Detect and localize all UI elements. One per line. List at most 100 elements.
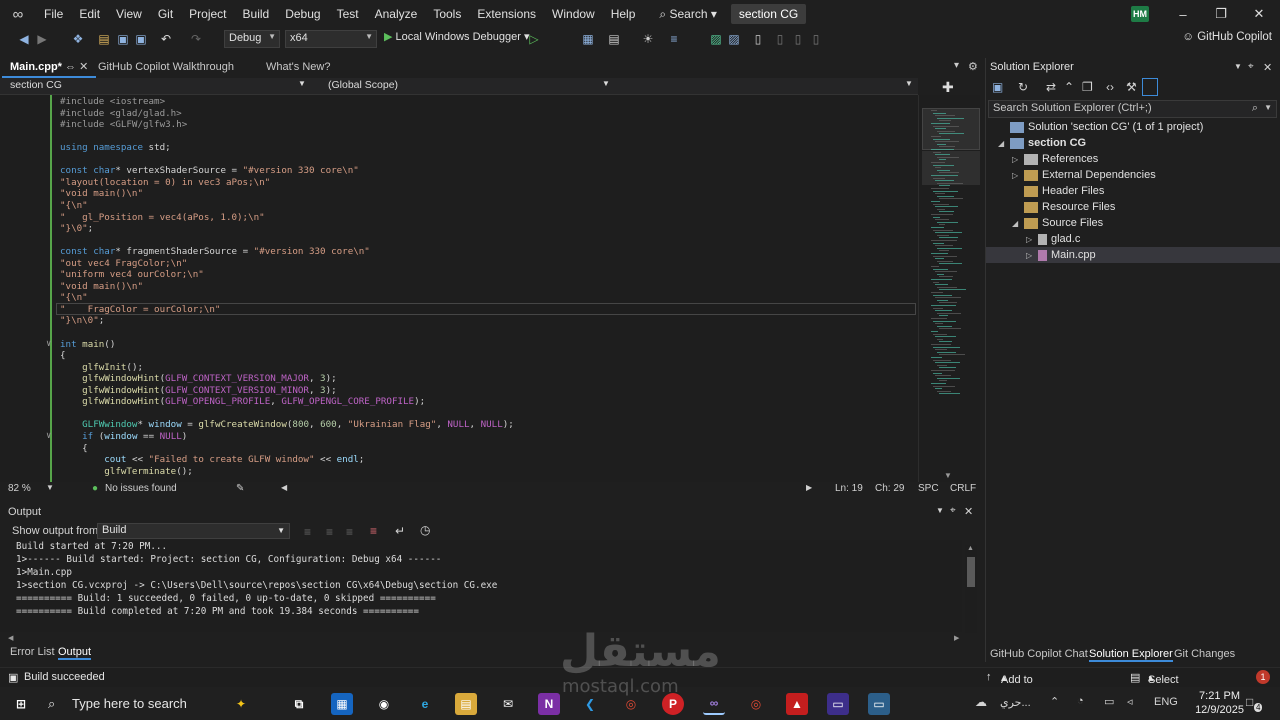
project-dropdown[interactable]: section CG ▼	[0, 79, 310, 94]
tray-expand-icon[interactable]: ⌃	[1050, 695, 1059, 708]
tab-solution-explorer[interactable]: Solution Explorer	[1089, 648, 1173, 662]
menu-debug[interactable]: Debug	[277, 0, 328, 28]
edge-browser-icon[interactable]: e	[414, 693, 436, 715]
scope-dropdown[interactable]: (Global Scope) ▼	[318, 79, 614, 94]
tree-item[interactable]: ◢ section CG	[986, 135, 1280, 151]
tab-main-cpp[interactable]: Main.cpp* ⇔ ✕	[2, 58, 97, 78]
sync-icon[interactable]: ↻	[1018, 80, 1028, 94]
word-wrap-icon[interactable]: ↵	[395, 524, 405, 538]
notifications-icon[interactable]: □	[1246, 695, 1253, 709]
acrobat-icon[interactable]: ▲	[786, 693, 808, 715]
minimap[interactable]: ▼	[918, 95, 980, 483]
menu-test[interactable]: Test	[329, 0, 367, 28]
pending-changes-icon[interactable]: ⇄	[1046, 80, 1056, 94]
close-icon[interactable]: ✕	[964, 505, 973, 518]
github-copilot-button[interactable]: ☺ GitHub Copilot	[1182, 31, 1272, 43]
onenote-icon[interactable]: N	[538, 693, 560, 715]
gear-icon[interactable]: ⚙	[968, 60, 978, 73]
chevron-down-icon[interactable]: ▼	[46, 483, 54, 492]
search-button[interactable]: ⌕ Search ▾	[653, 7, 722, 22]
align-icon[interactable]: ≡	[666, 31, 682, 47]
tab-git-changes[interactable]: Git Changes	[1174, 648, 1235, 660]
menu-edit[interactable]: Edit	[71, 0, 108, 28]
tree-item[interactable]: Solution 'section CG' (1 of 1 project)	[986, 119, 1280, 135]
chevron-down-icon[interactable]: ▼	[905, 79, 913, 88]
scroll-left-icon[interactable]: ◀	[281, 483, 287, 492]
expand-arrow-icon[interactable]: ▷	[1026, 232, 1038, 248]
bookmark-icon[interactable]: ▯	[750, 31, 766, 47]
show-all-files-icon[interactable]: ❐	[1082, 80, 1093, 94]
taskbar-search-box[interactable]: ⌕ Type here to search	[44, 687, 248, 720]
volume-icon[interactable]: ◃	[1127, 695, 1133, 708]
fold-toggle-icon[interactable]: ∨	[46, 431, 51, 441]
tab-output[interactable]: Output	[58, 646, 92, 660]
issues-status[interactable]: No issues found	[105, 483, 177, 494]
tree-item[interactable]: ▷ Main.cpp	[986, 247, 1280, 263]
scroll-right-icon[interactable]: ▶	[954, 634, 959, 642]
spacing-mode[interactable]: SPC	[918, 483, 939, 494]
select-repository-button[interactable]: Select Repository ▴	[1148, 671, 1201, 698]
close-icon[interactable]: ✕	[79, 61, 88, 73]
maximize-button[interactable]: ❐	[1202, 0, 1240, 28]
next-message-icon[interactable]: ≡	[346, 525, 353, 539]
scroll-right-icon[interactable]: ▶	[806, 483, 812, 492]
home-icon[interactable]: ▣	[992, 80, 1003, 94]
line-ending[interactable]: CRLF	[950, 483, 976, 494]
copilot-sparkle-icon[interactable]: ✦	[230, 693, 252, 715]
tab-overflow-icon[interactable]: ▾	[954, 60, 959, 71]
layout-icon[interactable]: ▤	[606, 31, 622, 47]
github-desktop-icon[interactable]: ◉	[373, 693, 395, 715]
new-project-icon[interactable]: ❖	[70, 31, 86, 47]
weather-icon[interactable]: ☁	[975, 695, 987, 709]
column-number[interactable]: Ch: 29	[875, 483, 904, 494]
start-debugging-button[interactable]: ▶ Local Windows Debugger ▾	[384, 30, 529, 43]
user-avatar[interactable]: HM	[1131, 6, 1149, 22]
chevron-down-icon[interactable]: ▼	[1234, 62, 1242, 71]
zoom-level[interactable]: 82 %	[8, 483, 31, 494]
menu-build[interactable]: Build	[235, 0, 278, 28]
tree-item[interactable]: ▷ References	[986, 151, 1280, 167]
pin-icon[interactable]: ⌖	[950, 505, 956, 516]
bookmark-prev-icon[interactable]: ▯	[772, 31, 788, 47]
output-source-dropdown[interactable]: Build ▼	[97, 523, 290, 539]
save-all-icon[interactable]: ▣	[133, 31, 149, 47]
forward-icon[interactable]: ▶	[34, 31, 50, 47]
menu-window[interactable]: Window	[544, 0, 603, 28]
menu-tools[interactable]: Tools	[425, 0, 469, 28]
weather-text[interactable]: حري...	[1000, 696, 1031, 709]
bookmark-clear-icon[interactable]: ▯	[808, 31, 824, 47]
task-view-icon[interactable]: ⧉	[288, 693, 310, 715]
bookmark-next-icon[interactable]: ▯	[790, 31, 806, 47]
preview-selected-icon[interactable]	[1142, 78, 1158, 96]
split-editor-icon[interactable]: ✚	[942, 79, 954, 96]
app-window-icon[interactable]: ▭	[827, 693, 849, 715]
network-icon[interactable]: ◔	[1077, 695, 1084, 707]
code-view-icon[interactable]: ‹›	[1106, 80, 1114, 94]
tree-item[interactable]: Header Files	[986, 183, 1280, 199]
tab-copilot-chat[interactable]: GitHub Copilot Chat	[990, 648, 1088, 660]
open-folder-icon[interactable]: ▤	[96, 31, 112, 47]
platform-dropdown[interactable]: x64 ▼	[285, 30, 377, 48]
start-without-debugging-icon[interactable]: ▷	[526, 31, 542, 47]
battery-icon[interactable]: ▭	[1104, 695, 1114, 708]
taskbar-clock[interactable]: 7:21 PM 12/9/2025	[1195, 689, 1244, 717]
uncomment-icon[interactable]: ▨	[726, 31, 742, 47]
output-text-area[interactable]: Build started at 7:20 PM... 1>------ Bui…	[0, 540, 962, 632]
microsoft-store-icon[interactable]: ▦	[331, 693, 353, 715]
back-icon[interactable]: ◀	[16, 31, 32, 47]
menu-extensions[interactable]: Extensions	[469, 0, 544, 28]
menu-file[interactable]: File	[36, 0, 71, 28]
scrollbar-thumb[interactable]	[967, 557, 975, 587]
clear-all-icon[interactable]: ≡	[370, 524, 377, 538]
browse-icon[interactable]: ▦	[580, 31, 596, 47]
tree-item[interactable]: ▷ glad.c	[986, 231, 1280, 247]
expand-arrow-icon[interactable]: ▷	[1026, 248, 1038, 264]
menu-help[interactable]: Help	[603, 0, 644, 28]
output-scrollbar[interactable]: ▲	[965, 545, 977, 633]
scroll-down-icon[interactable]: ▼	[944, 471, 952, 480]
windows-start-icon[interactable]: ⊞	[10, 693, 32, 715]
expand-arrow-icon[interactable]: ▷	[1012, 152, 1024, 168]
terminal-icon[interactable]: ▭	[868, 693, 890, 715]
fold-toggle-icon[interactable]: ∨	[46, 339, 51, 349]
menu-view[interactable]: View	[108, 0, 150, 28]
